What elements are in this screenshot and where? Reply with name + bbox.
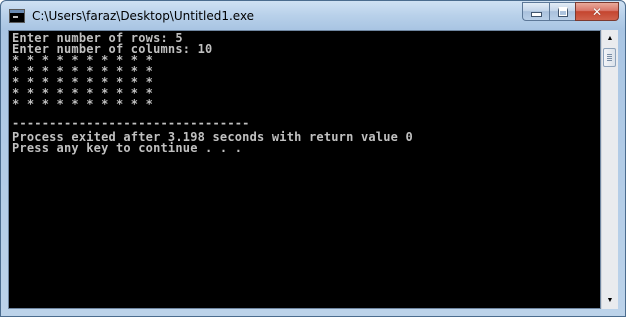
maximize-button[interactable] [549, 2, 575, 21]
minimize-icon [530, 12, 542, 17]
console-separator: -------------------------------- [12, 116, 250, 130]
console-line: Press any key to continue . . . [12, 141, 243, 155]
scroll-down-icon[interactable]: ▼ [602, 292, 618, 309]
window-title: C:\Users\faraz\Desktop\Untitled1.exe [32, 9, 255, 23]
window-bottom-border [1, 308, 625, 316]
console-app-icon[interactable] [9, 9, 25, 23]
caption-buttons: ✕ [522, 2, 619, 22]
grip-icon [607, 54, 612, 61]
maximize-icon [557, 6, 568, 17]
title-bar[interactable]: C:\Users\faraz\Desktop\Untitled1.exe ✕ [1, 1, 625, 31]
console-line: * * * * * * * * * * [12, 97, 154, 111]
scroll-up-icon[interactable]: ▲ [602, 30, 618, 47]
console-output[interactable]: Enter number of rows: 5 Enter number of … [8, 30, 601, 309]
minimize-button[interactable] [522, 2, 549, 21]
vertical-scrollbar[interactable]: ▲ ▼ [601, 30, 618, 309]
console-window: C:\Users\faraz\Desktop\Untitled1.exe ✕ E… [0, 0, 626, 317]
close-button[interactable]: ✕ [575, 2, 619, 21]
close-icon: ✕ [591, 4, 603, 19]
scrollbar-thumb[interactable] [603, 48, 616, 67]
